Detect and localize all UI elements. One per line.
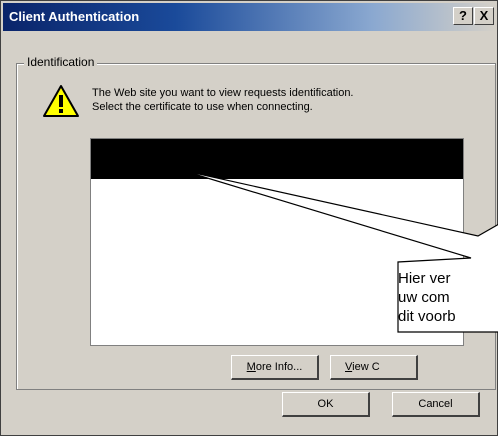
more-info-label: ore Info... (255, 361, 303, 373)
callout-line-1: Hier ver (398, 270, 451, 287)
close-button[interactable]: X (474, 7, 494, 25)
callout-text: Hier ver uw com dit voorb (398, 269, 498, 326)
message-line-2: Select the certificate to use when conne… (92, 101, 313, 113)
message-line-1: The Web site you want to view requests i… (92, 87, 354, 99)
callout-line-3: dit voorb (398, 308, 456, 325)
view-certificate-button[interactable]: View C (330, 355, 418, 380)
more-info-button[interactable]: More Info... (231, 355, 319, 380)
more-info-accel: M (246, 361, 256, 373)
window-title: Client Authentication (9, 9, 140, 24)
identification-group-label: Identification (24, 55, 98, 69)
callout-line-2: uw com (398, 289, 450, 306)
certificate-list-selected-item[interactable] (91, 139, 463, 179)
view-label: iew C (352, 361, 380, 373)
cancel-button[interactable]: Cancel (392, 392, 480, 417)
ok-button[interactable]: OK (282, 392, 370, 417)
title-bar[interactable]: Client Authentication ? X (3, 3, 495, 31)
warning-icon (43, 85, 79, 117)
help-button[interactable]: ? (453, 7, 473, 25)
identification-message: The Web site you want to view requests i… (92, 86, 452, 114)
